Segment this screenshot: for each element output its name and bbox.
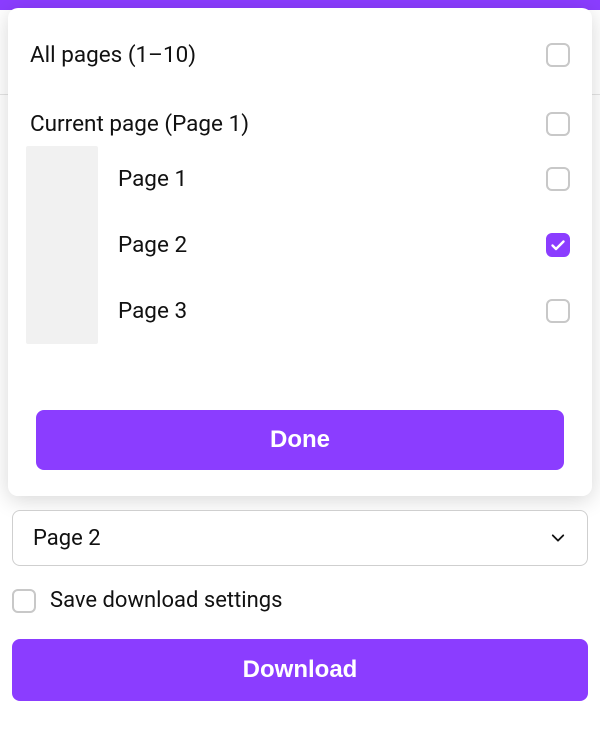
dropdown-footer: Done [8, 390, 592, 496]
page-row[interactable]: Page 1 [8, 146, 592, 212]
download-button[interactable]: Download [12, 639, 588, 701]
all-pages-label: All pages (1–10) [30, 42, 196, 68]
page-label: Page 1 [118, 166, 546, 192]
page-label: Page 2 [118, 232, 546, 258]
save-settings-row[interactable]: Save download settings [12, 588, 588, 613]
page-row[interactable]: Page 3 [8, 278, 592, 344]
current-page-label: Current page (Page 1) [30, 111, 249, 137]
current-page-checkbox[interactable] [546, 112, 570, 136]
chevron-down-icon [549, 529, 567, 547]
save-settings-label: Save download settings [50, 588, 283, 613]
page-label: Page 3 [118, 298, 546, 324]
all-pages-row[interactable]: All pages (1–10) [8, 8, 592, 102]
all-pages-checkbox[interactable] [546, 43, 570, 67]
page-select-value: Page 2 [33, 526, 101, 551]
page-select-field[interactable]: Page 2 [12, 510, 588, 566]
page-select-scroll[interactable]: All pages (1–10) Current page (Page 1) P… [8, 8, 592, 390]
check-icon [550, 237, 566, 253]
lower-controls: Page 2 Save download settings Download [12, 510, 588, 701]
page-checkbox[interactable] [546, 233, 570, 257]
save-settings-checkbox[interactable] [12, 589, 36, 613]
page-list: Page 1 Page 2 Page 3 [8, 146, 592, 344]
page-checkbox[interactable] [546, 299, 570, 323]
current-page-row[interactable]: Current page (Page 1) [8, 102, 592, 146]
page-row[interactable]: Page 2 [8, 212, 592, 278]
done-button[interactable]: Done [36, 410, 564, 470]
page-select-dropdown: All pages (1–10) Current page (Page 1) P… [8, 8, 592, 496]
page-checkbox[interactable] [546, 167, 570, 191]
